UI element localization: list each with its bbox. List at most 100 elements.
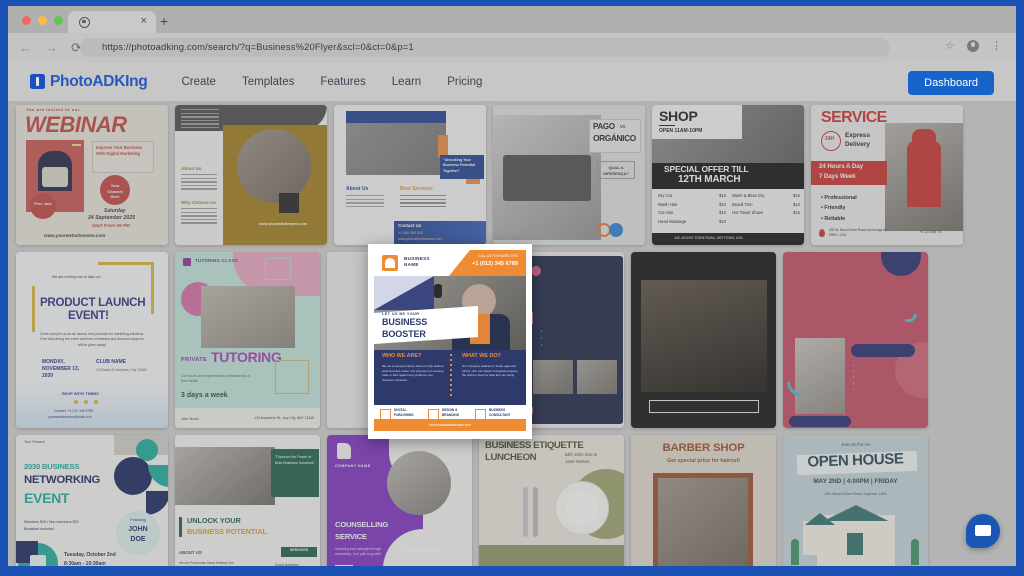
counselling-cta[interactable]: BOOKING NOW [405,548,438,553]
barber-retro-sub: Get special price for haircut! [666,458,741,464]
booster-who-body: We are a young company driven to help ac… [382,364,444,382]
barber-retro-title: BARBER SHOP [662,442,745,454]
browser-tab-strip: × + [8,6,1016,33]
nav-item-create[interactable]: Create [181,76,216,88]
tutoring-cta[interactable]: Join Now! [181,416,199,421]
tutoring-title-small: PRIVATE [181,357,208,363]
template-card-unlock-potential[interactable]: "Discover the Power of Bold Business Sol… [175,435,320,566]
template-card-service-delivery[interactable]: SERVICE 24H Express Delivery 24 Hours A … [811,105,963,245]
etiquette-with1: with John Doe & [565,452,597,457]
barber-shop-dark-art [631,252,776,428]
organico-title2: ORGÁNICO [593,133,636,143]
address-bar[interactable]: https://photoadking.com/search/?q=Busine… [80,38,890,57]
gallery-row-1: You are invited to our WEBINAR Improve Y… [16,105,1008,245]
booster-feature-3-line1: BUSINESS [489,408,506,412]
accounting-flyer-art: • • • • • [783,252,928,428]
brochure-gold-art: About Us Why Choose Us www.yourwebsitena… [175,105,327,245]
webinar-badge-channel: Your Channel Here [107,183,123,200]
unlock-title2: BUSINESS POTENTIAL [187,527,267,536]
accounting-learn-items: • • • • • [853,363,855,392]
site-logo[interactable]: PhotoADKIng [30,73,148,91]
unlock-services: Social Marketing Graphic Creative [275,563,299,566]
service-title: SERVICE [821,109,887,126]
etiquette-with2: Jane Nelson [565,459,590,464]
template-card-barber-retro[interactable]: BARBER SHOP Get special price for haircu… [631,435,776,566]
template-card-accounting[interactable]: • • • • • [783,252,928,428]
tutoring-body: Our tutors are experienced professionals… [181,374,250,384]
counselling-title2: SERVICE [335,532,367,541]
booster-who-label: WHO WE ARE? [382,353,422,359]
tab-favicon-icon [79,16,90,28]
template-card-shop-pricing[interactable]: SHOP OPEN 11AM-10PM SPECIAL OFFER TILL 1… [652,105,804,245]
webinar-date: Saturday [104,208,126,214]
browser-menu-icon[interactable]: ⋮ [991,40,1002,52]
etiquette-flyer-art: BUSINESS ETIQUETTE LUNCHEON with John Do… [479,435,624,566]
product-launch-date1: MONDAY, [42,359,65,365]
unlock-about-label: ABOUT US [179,550,202,555]
back-icon[interactable]: ← [19,41,32,54]
template-card-barber-shop-dark[interactable] [631,252,776,428]
browser-tab[interactable]: × [68,11,156,33]
toolbar-icons: ☆ ⋮ [945,40,1002,52]
brochure-blue-website: www.yourwebsitename.com [398,237,443,241]
template-card-tutoring[interactable]: TUTORING CLASS PRIVATE TUTORING Our tuto… [175,252,320,428]
template-card-webinar[interactable]: You are invited to our WEBINAR Improve Y… [16,105,168,245]
site-header: PhotoADKIng Create Templates Features Le… [8,62,1016,101]
template-card-counselling[interactable]: COMPANY NAME COUNSELLING SERVICE Unlocki… [327,435,472,566]
organico-title1: PAGO [593,122,615,131]
brochure-blue-callout: "Unlocking Your Business Potential Toget… [443,158,476,173]
template-card-etiquette[interactable]: BUSINESS ETIQUETTE LUNCHEON with John Do… [479,435,624,566]
service-badge: 24H [825,136,835,142]
photoadking-logo-icon [30,74,45,89]
webinar-flyer-art: You are invited to our WEBINAR Improve Y… [16,105,168,245]
tutoring-logo: TUTORING CLASS [195,258,239,263]
close-window-button[interactable] [22,16,31,25]
minimize-window-button[interactable] [38,16,47,25]
booster-website: www.yourwebsitename.com [428,423,472,428]
nav-item-learn[interactable]: Learn [392,76,421,88]
booster-feature-1-line2: PUBLISHING [394,413,414,417]
shop-menu-right: Wash & Blow Dry $15 Beard Trim $10 Hot Tow… [732,193,800,215]
url-text: https://photoadking.com/search/?q=Busine… [102,42,414,53]
bookmark-star-icon[interactable]: ☆ [945,40,955,52]
dashboard-button[interactable]: Dashboard [908,71,994,95]
counselling-flyer-art: COMPANY NAME COUNSELLING SERVICE Unlocki… [327,435,472,566]
template-card-business-booster-highlighted[interactable]: BUSINESS NAME CALL US FOR MORE INFO +1 (… [368,244,532,439]
main-navigation: Create Templates Features Learn Pricing [181,76,482,88]
shop-pricing-art: SHOP OPEN 11AM-10PM SPECIAL OFFER TILL 1… [652,105,804,245]
new-tab-icon[interactable]: + [160,14,168,28]
chat-bubble-icon[interactable] [966,514,1000,548]
booster-title1: BUSINESS [382,317,428,327]
close-tab-icon[interactable]: × [141,15,147,28]
webinar-callout: Improve Your Business With Digital Marke… [96,145,143,157]
template-card-product-launch[interactable]: We are inviting one to take our PRODUCT … [16,252,168,428]
networking-price2: Breakfast included [24,527,54,531]
booster-title2: BOOSTER [382,329,426,339]
nav-item-templates[interactable]: Templates [242,76,294,88]
product-launch-title2: EVENT! [68,309,109,322]
template-card-organico[interactable]: PAGO vs ORGÁNICO QUAL A DIFERENÇA? [493,105,645,245]
networking-featuring2: DOE [130,536,146,543]
template-card-open-house[interactable]: Join Us For An OPEN HOUSE MAY 2ND | 4:00… [783,435,928,566]
service-banner1: 24 Hours A Day [819,164,863,170]
maximize-window-button[interactable] [54,16,63,25]
unlock-services-label: SERVICES [289,548,309,552]
brochure-blue-heading1: About Us [346,186,369,192]
window-controls[interactable] [22,16,63,25]
template-card-brochure-blue[interactable]: "Unlocking Your Business Potential Toget… [334,105,486,245]
profile-avatar-icon[interactable] [967,40,979,52]
template-card-brochure-gold[interactable]: About Us Why Choose Us www.yourwebsitena… [175,105,327,245]
service-bullets: • Professional • Friendly • Reliable [821,195,857,222]
nav-item-pricing[interactable]: Pricing [447,76,482,88]
open-house-kicker: Join Us For An [841,442,870,447]
nav-item-features[interactable]: Features [320,76,365,88]
forward-icon[interactable]: → [45,41,58,54]
barber-retro-art: BARBER SHOP Get special price for haircu… [631,435,776,566]
booster-kicker: LET US BE YOUR [382,312,420,316]
webinar-time: Start From 05 PM [92,223,130,228]
business-booster-art: BUSINESS NAME CALL US FOR MORE INFO +1 (… [374,250,526,431]
booster-logo-label2: NAME [404,262,419,267]
template-card-networking[interactable]: Your Present 2030 BUSINESS NETWORKING EV… [16,435,168,566]
product-launch-body: Come and join us as we launch new produc… [39,332,145,347]
shop-offer1: SPECIAL OFFER TILL [664,164,749,174]
